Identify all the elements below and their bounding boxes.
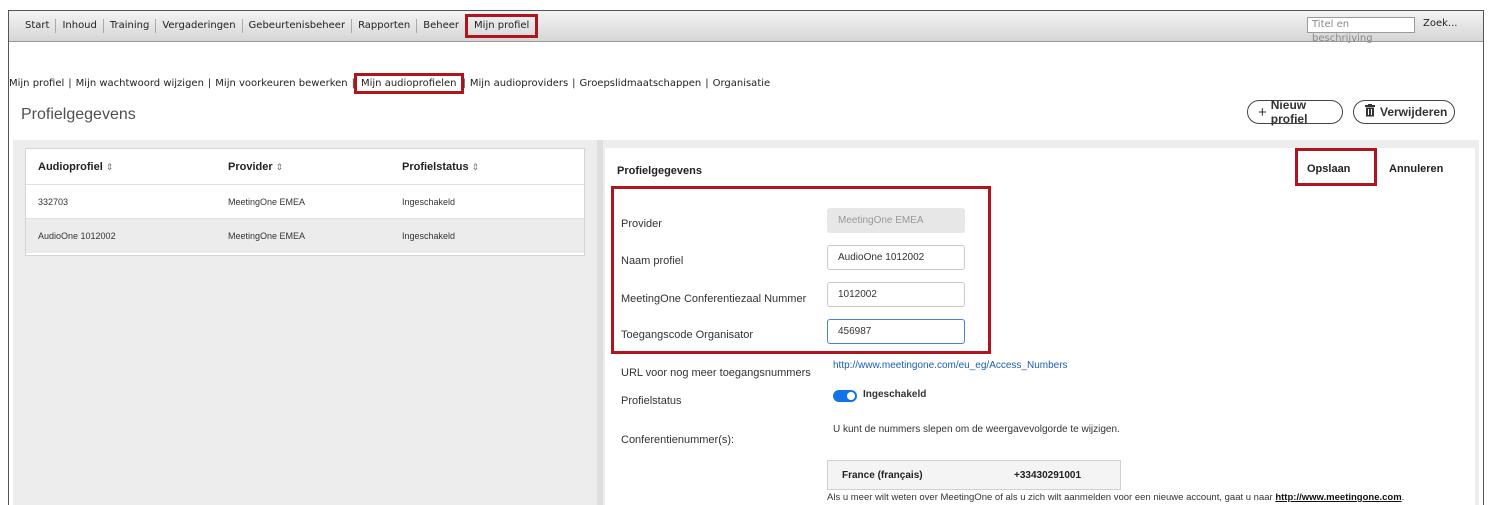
subnav-audioproviders[interactable]: Mijn audioproviders (470, 78, 568, 89)
subnav-separator: | (705, 77, 709, 89)
row-provider: MeetingOne EMEA (228, 231, 306, 241)
new-profile-button[interactable]: + Nieuw profiel (1247, 98, 1343, 126)
nav-start[interactable]: Start (19, 19, 57, 33)
sort-icon: ⇕ (105, 161, 114, 172)
delete-label: Verwijderen (1380, 105, 1448, 119)
subnav-separator: | (207, 77, 212, 89)
footer-note: Als u meer wilt weten over MeetingOne of… (827, 492, 1405, 503)
name-label: Naam profiel (621, 255, 684, 267)
subnav-audioprofielen[interactable]: Mijn audioprofielen (354, 72, 464, 94)
details-title: Profielgegevens (617, 165, 702, 177)
provider-label: Provider (621, 218, 662, 230)
audio-profile-list: Audioprofiel ⇕ Provider ⇕ Profielstatus … (25, 148, 585, 256)
top-navigation: Start Inhoud Training Vergaderingen Gebe… (9, 11, 1483, 44)
row-provider: MeetingOne EMEA (228, 196, 306, 207)
drag-hint: U kunt de nummers slepen om de weergavev… (833, 424, 1120, 435)
nav-training[interactable]: Training (104, 19, 157, 33)
nav-gebeurtenisbeheer[interactable]: Gebeurtenisbeheer (243, 19, 353, 33)
profile-subnav: Mijn profiel | Mijn wachtwoord wijzigen … (9, 72, 771, 94)
row-profile: 332703 (38, 196, 69, 207)
subnav-groepslidmaatschappen[interactable]: Groepslidmaatschappen (580, 78, 702, 89)
row-profile: AudioOne 1012002 (38, 231, 116, 241)
conf-number-input[interactable]: 1012002 (827, 282, 965, 307)
subnav-organisatie[interactable]: Organisatie (713, 78, 771, 89)
search-button[interactable]: Zoek... (1423, 18, 1457, 29)
sort-icon: ⇕ (471, 161, 480, 172)
plus-icon: + (1258, 103, 1267, 121)
nav-vergaderingen[interactable]: Vergaderingen (156, 19, 243, 33)
sort-icon: ⇕ (275, 161, 284, 172)
new-profile-label: Nieuw profiel (1270, 98, 1308, 126)
profile-details: Profielgegevens Opslaan Annuleren Provid… (605, 148, 1475, 505)
status-label: Profielstatus (621, 395, 682, 407)
trash-icon (1364, 103, 1376, 121)
search-input[interactable]: Titel en beschrijving (1307, 17, 1415, 44)
nav-beheer[interactable]: Beheer (417, 19, 467, 33)
status-toggle[interactable] (833, 390, 857, 402)
delete-button[interactable]: Verwijderen (1353, 100, 1455, 124)
subnav-wachtwoord[interactable]: Mijn wachtwoord wijzigen (76, 78, 204, 89)
number-country: France (français) (842, 470, 923, 481)
access-numbers-link[interactable]: http://www.meetingone.com/eu_eg/Access_N… (833, 360, 1068, 371)
app-frame: Start Inhoud Training Vergaderingen Gebe… (8, 10, 1484, 505)
row-status: Ingeschakeld (402, 196, 456, 207)
row-status: Ingeschakeld (402, 231, 456, 241)
list-header: Audioprofiel ⇕ Provider ⇕ Profielstatus … (26, 149, 584, 185)
col-audioprofiel[interactable]: Audioprofiel ⇕ (38, 161, 113, 173)
meetingone-link[interactable]: http://www.meetingone.com (1275, 492, 1401, 503)
col-profielstatus[interactable]: Profielstatus ⇕ (402, 161, 479, 173)
nav-mijn-profiel[interactable]: Mijn profiel (465, 14, 539, 38)
subnav-mijn-profiel[interactable]: Mijn profiel (9, 78, 64, 89)
nav-inhoud[interactable]: Inhoud (56, 19, 104, 33)
nav-rapporten[interactable]: Rapporten (352, 19, 418, 33)
save-button[interactable]: Opslaan (1307, 163, 1350, 175)
subnav-separator: | (351, 77, 355, 89)
subnav-separator: | (68, 77, 72, 89)
profile-name-input[interactable]: AudioOne 1012002 (827, 245, 965, 270)
content-panel: Audioprofiel ⇕ Provider ⇕ Profielstatus … (13, 140, 1479, 505)
pane-divider[interactable] (597, 140, 603, 505)
subnav-separator: | (572, 77, 576, 89)
top-nav-items: Start Inhoud Training Vergaderingen Gebe… (19, 11, 539, 41)
conference-number-item[interactable]: France (français) +33430291001 (827, 460, 1121, 490)
cancel-button[interactable]: Annuleren (1389, 163, 1443, 175)
url-label: URL voor nog meer toegangsnummers (621, 367, 811, 379)
access-code-input[interactable]: 456987 (827, 319, 965, 344)
subnav-separator: | (462, 77, 466, 89)
subnav-voorkeuren[interactable]: Mijn voorkeuren bewerken (215, 78, 347, 89)
conf-numbers-label: Conferentienummer(s): (621, 434, 735, 446)
number-value: +33430291001 (1014, 470, 1082, 481)
table-row[interactable]: 332703 MeetingOne EMEA Ingeschakeld (26, 185, 584, 219)
status-toggle-label: Ingeschakeld (863, 389, 927, 400)
conf-number-label: MeetingOne Conferentiezaal Nummer (621, 293, 807, 305)
table-row-selected[interactable]: AudioOne 1012002 MeetingOne EMEA Ingesch… (26, 219, 584, 253)
page-title: Profielgegevens (21, 106, 136, 123)
access-code-label: Toegangscode Organisator (621, 329, 754, 341)
col-provider[interactable]: Provider ⇕ (228, 161, 283, 173)
provider-field: MeetingOne EMEA (827, 208, 965, 233)
